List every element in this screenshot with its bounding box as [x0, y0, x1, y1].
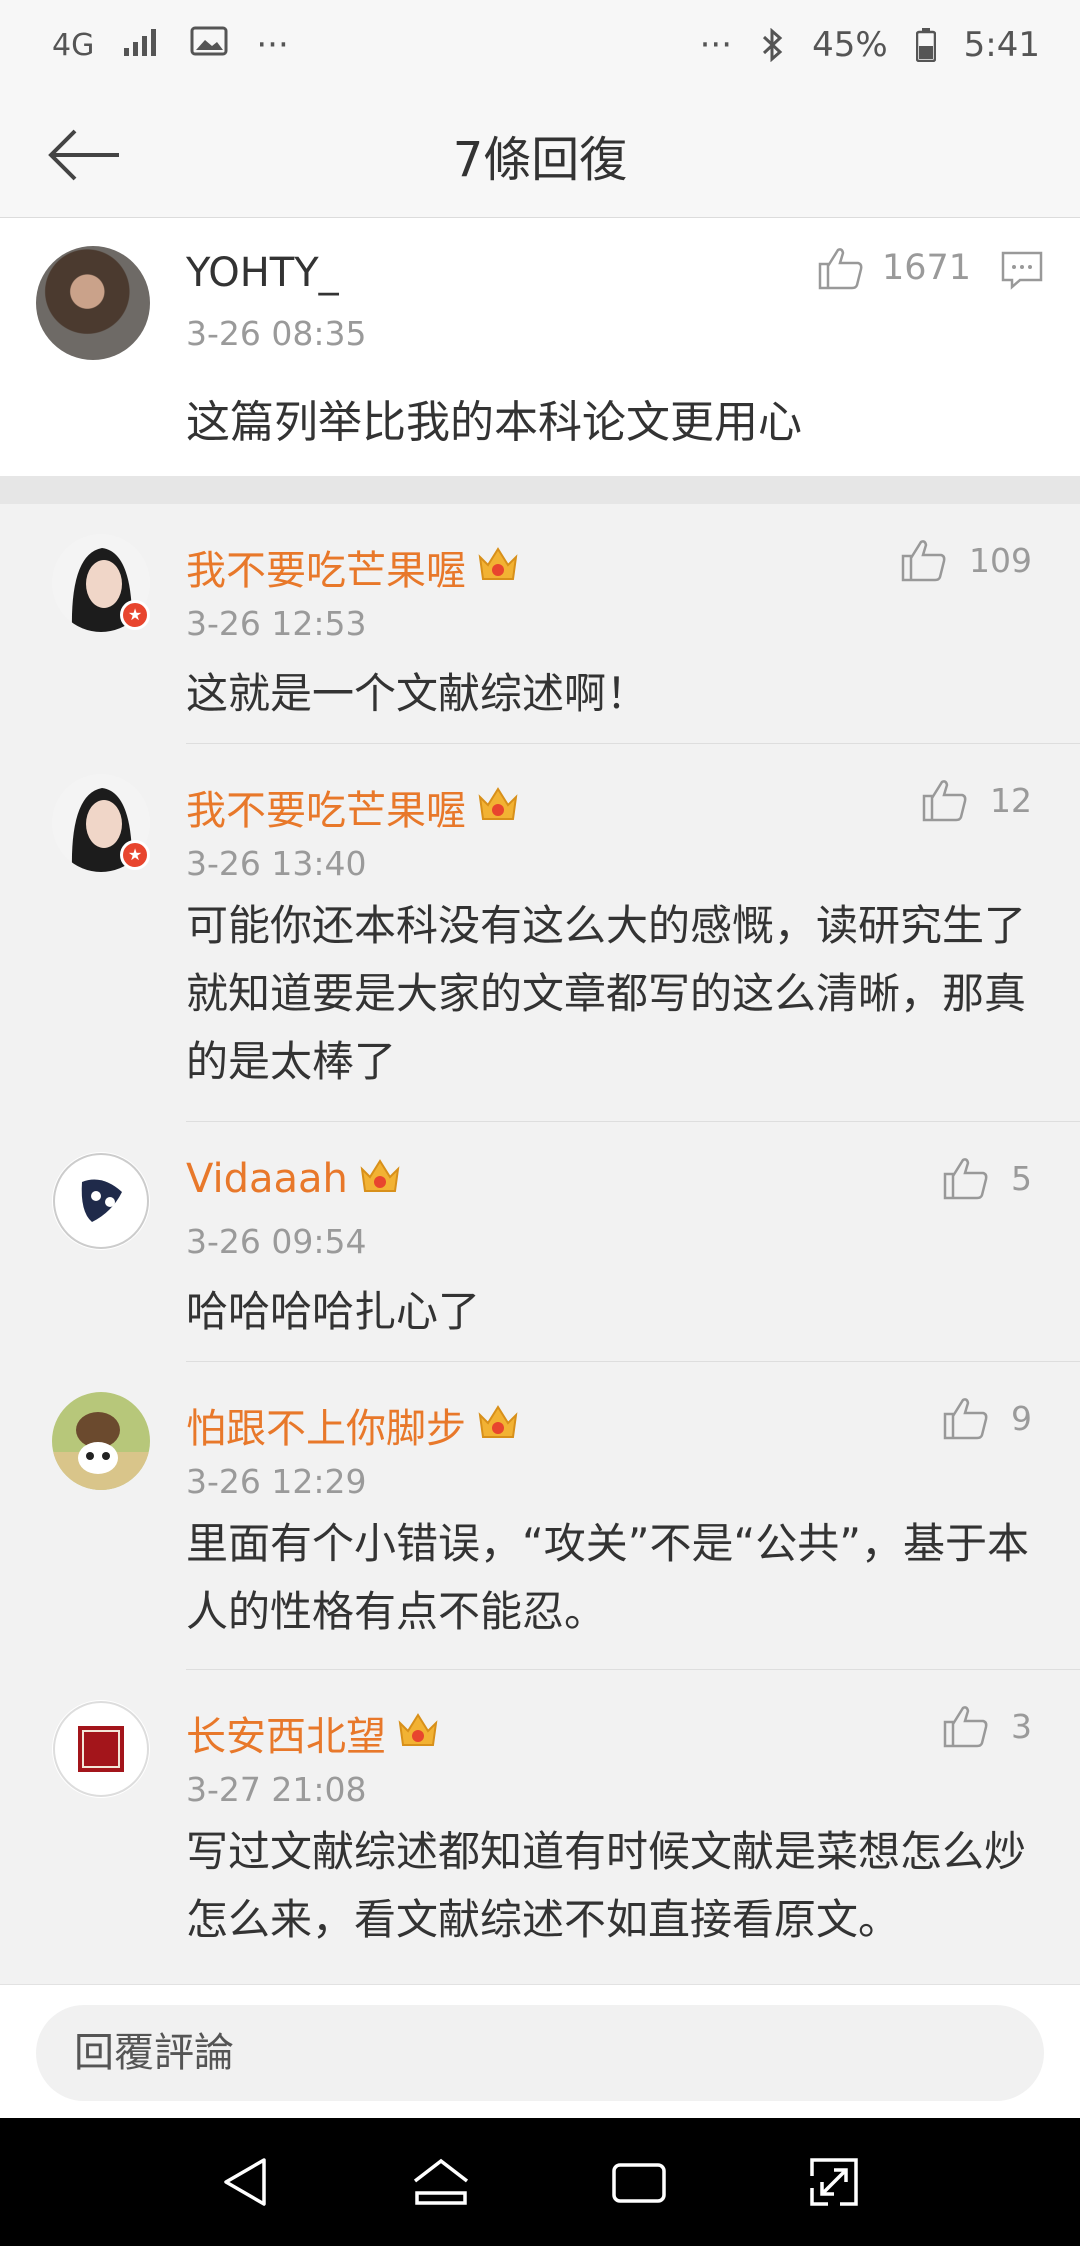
nav-back-button[interactable] — [220, 2156, 270, 2208]
like-count: 12 — [990, 780, 1032, 820]
reply-time: 3-26 12:29 — [186, 1462, 367, 1501]
like-button[interactable]: 5 — [943, 1156, 1032, 1200]
list-item: 长安西北望 3-27 21:08 写过文献综述都知道有时候文献是菜想怎么炒怎么来… — [0, 1670, 1080, 1980]
crown-badge-icon — [476, 1403, 520, 1447]
like-button[interactable]: 1671 — [818, 246, 971, 290]
like-count: 9 — [1011, 1398, 1032, 1438]
comment-time: 3-26 08:35 — [186, 314, 367, 353]
expand-icon — [810, 2158, 858, 2206]
reply-username[interactable]: Vidaaah — [186, 1156, 348, 1202]
list-item: 怕跟不上你脚步 3-26 12:29 里面有个小错误，“攻关”不是“公共”，基于… — [0, 1362, 1080, 1670]
verified-badge-icon: ★ — [120, 840, 150, 870]
signal-icon — [122, 25, 162, 65]
like-count: 5 — [1011, 1158, 1032, 1198]
like-button[interactable]: 12 — [922, 778, 1032, 822]
list-item: ★ 我不要吃芒果喔 3-26 12:53 这就是一个文献综述啊！ 109 — [0, 504, 1080, 744]
like-count: 3 — [1011, 1706, 1032, 1746]
thumbs-up-icon — [901, 540, 946, 582]
reply-text: 哈哈哈哈扎心了 — [186, 1287, 481, 1336]
avatar[interactable] — [52, 1700, 150, 1798]
reply-text: 这就是一个文献综述啊！ — [186, 669, 649, 718]
list-item: ★ 我不要吃芒果喔 3-26 13:40 可能你还本科没有这么大的感慨，读研究生… — [0, 744, 1080, 1122]
status-bar: 4G ··· ··· 45% 5:41 — [0, 0, 1080, 90]
crown-badge-icon — [396, 1711, 440, 1755]
reply-username[interactable]: 怕跟不上你脚步 — [186, 1396, 466, 1454]
section-divider — [0, 476, 1080, 504]
reply-time: 3-26 13:40 — [186, 844, 367, 883]
nav-home-button[interactable] — [411, 2157, 471, 2207]
more-right-icon: ··· — [699, 25, 733, 65]
system-nav-bar — [0, 2118, 1080, 2246]
like-button[interactable]: 109 — [901, 538, 1032, 582]
crown-badge-icon — [476, 785, 520, 829]
nav-home-icon — [413, 2158, 468, 2205]
thumbs-up-icon — [943, 1158, 988, 1200]
thumbs-up-icon — [922, 780, 967, 822]
nav-back-icon — [224, 2158, 266, 2206]
verified-badge-icon: ★ — [120, 600, 150, 630]
reply-text: 写过文献综述都知道有时候文献是菜想怎么炒怎么来，看文献综述不如直接看原文。 — [186, 1827, 1027, 1944]
avatar[interactable] — [52, 1392, 150, 1490]
bluetooth-icon — [760, 28, 784, 62]
reply-button[interactable] — [1000, 250, 1044, 294]
reply-input-bar: 回覆評論 — [0, 1984, 1080, 2118]
reply-username[interactable]: 我不要吃芒果喔 — [186, 778, 466, 836]
thumbs-up-icon — [943, 1706, 988, 1748]
thumbs-up-icon — [943, 1398, 988, 1440]
comment-icon — [1001, 251, 1043, 290]
clock: 5:41 — [963, 25, 1040, 65]
gallery-icon — [190, 25, 228, 65]
reply-time: 3-27 21:08 — [186, 1770, 367, 1809]
avatar[interactable] — [36, 246, 150, 360]
reply-input[interactable]: 回覆評論 — [36, 2005, 1044, 2101]
network-4g-icon: 4G — [52, 27, 95, 63]
crown-badge-icon — [358, 1157, 402, 1201]
reply-username[interactable]: 长安西北望 — [186, 1704, 386, 1762]
comment-username[interactable]: YOHTY_ — [186, 250, 339, 296]
nav-recents-icon — [612, 2163, 666, 2203]
more-left-icon: ··· — [256, 25, 289, 65]
reply-text: 里面有个小错误，“攻关”不是“公共”，基于本人的性格有点不能忍。 — [186, 1519, 1030, 1636]
page-title: 7條回復 — [452, 132, 628, 188]
reply-time: 3-26 09:54 — [186, 1222, 367, 1261]
app-header: 7條回復 — [0, 90, 1080, 218]
root-comment: YOHTY_ 3-26 08:35 这篇列举比我的本科论文更用心 1671 — [0, 218, 1080, 476]
list-item: Vidaaah 3-26 09:54 哈哈哈哈扎心了 5 — [0, 1122, 1080, 1362]
nav-recents-button[interactable] — [611, 2159, 667, 2205]
battery-percent: 45% — [812, 25, 888, 65]
like-button[interactable]: 3 — [943, 1704, 1032, 1748]
battery-icon — [915, 28, 936, 62]
crown-badge-icon — [476, 545, 520, 589]
avatar[interactable] — [52, 1152, 150, 1250]
like-button[interactable]: 9 — [943, 1396, 1032, 1440]
like-count: 109 — [969, 540, 1032, 580]
reply-time: 3-26 12:53 — [186, 604, 367, 643]
like-count: 1671 — [882, 248, 972, 288]
comment-text: 这篇列举比我的本科论文更用心 — [186, 397, 802, 448]
nav-expand-button[interactable] — [808, 2156, 860, 2208]
thumbs-up-icon — [818, 248, 863, 290]
reply-username[interactable]: 我不要吃芒果喔 — [186, 538, 466, 596]
reply-text: 可能你还本科没有这么大的感慨，读研究生了就知道要是大家的文章都写的这么清晰，那真… — [186, 901, 1027, 1086]
reply-list: ★ 我不要吃芒果喔 3-26 12:53 这就是一个文献综述啊！ 109 ★ 我… — [0, 504, 1080, 1980]
